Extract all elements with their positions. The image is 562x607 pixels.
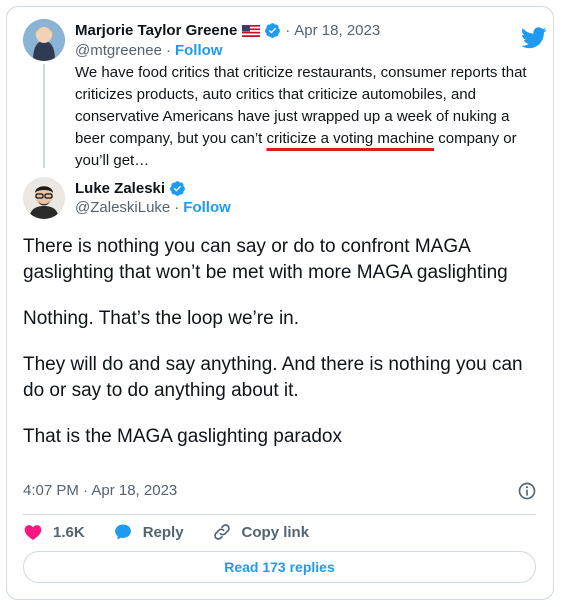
tweet-text: There is nothing you can say or do to co… xyxy=(23,234,533,470)
quoted-tweet-text[interactable]: We have food critics that criticize rest… xyxy=(75,62,535,172)
author-handle[interactable]: @ZaleskiLuke xyxy=(75,199,170,216)
copy-link-button[interactable]: Copy link xyxy=(212,522,310,542)
copy-link-label: Copy link xyxy=(241,523,310,541)
tweet-timestamp[interactable]: 4:07 PM · Apr 18, 2023 xyxy=(23,482,177,499)
author-name[interactable]: Marjorie Taylor Greene xyxy=(75,22,237,39)
avatar[interactable] xyxy=(23,177,65,219)
twitter-bird-icon[interactable] xyxy=(521,27,547,49)
info-icon[interactable] xyxy=(517,481,537,501)
tweet-paragraph: That is the MAGA gaslighting paradox xyxy=(23,426,342,447)
heart-icon xyxy=(24,525,42,540)
separator-dot: · xyxy=(165,42,171,59)
follow-button[interactable]: Follow xyxy=(175,42,223,59)
thread-line xyxy=(43,64,45,168)
tweet-date[interactable]: Apr 18, 2023 xyxy=(294,22,380,39)
reply-label: Reply xyxy=(142,523,184,541)
avatar[interactable] xyxy=(23,19,65,61)
divider xyxy=(23,514,536,515)
author-name[interactable]: Luke Zaleski xyxy=(75,180,165,197)
read-replies-button[interactable]: Read 173 replies xyxy=(23,551,536,583)
reply-button[interactable]: Reply xyxy=(113,522,184,542)
verified-badge-icon xyxy=(265,23,281,38)
link-icon xyxy=(213,524,230,540)
like-button[interactable]: 1.6K xyxy=(23,522,85,542)
quoted-handle-line: @mtgreenee · Follow xyxy=(75,42,222,59)
handle-line: @ZaleskiLuke · Follow xyxy=(75,199,231,216)
tweet-paragraph: Nothing. That’s the loop we’re in. xyxy=(23,308,300,329)
user-avatar-icon xyxy=(23,19,65,61)
author-line: Luke Zaleski xyxy=(75,180,186,197)
us-flag-icon xyxy=(242,24,261,37)
separator-dot: · xyxy=(174,199,180,216)
action-bar: 1.6K Reply Copy link xyxy=(23,520,337,544)
author-handle[interactable]: @mtgreenee xyxy=(75,42,162,59)
underlined-phrase: criticize a voting machine xyxy=(266,130,435,147)
speech-bubble-icon xyxy=(114,524,131,540)
verified-badge-icon xyxy=(170,181,185,196)
tweet-paragraph: There is nothing you can say or do to co… xyxy=(23,236,508,283)
tweet-paragraph: They will do and say anything. And there… xyxy=(23,354,523,401)
like-count: 1.6K xyxy=(53,523,85,541)
quoted-author-line: Marjorie Taylor Greene · Apr 18, 2023 xyxy=(75,22,380,39)
user-avatar-icon xyxy=(23,177,65,219)
separator-dot: · xyxy=(285,22,291,39)
follow-button[interactable]: Follow xyxy=(183,199,231,216)
